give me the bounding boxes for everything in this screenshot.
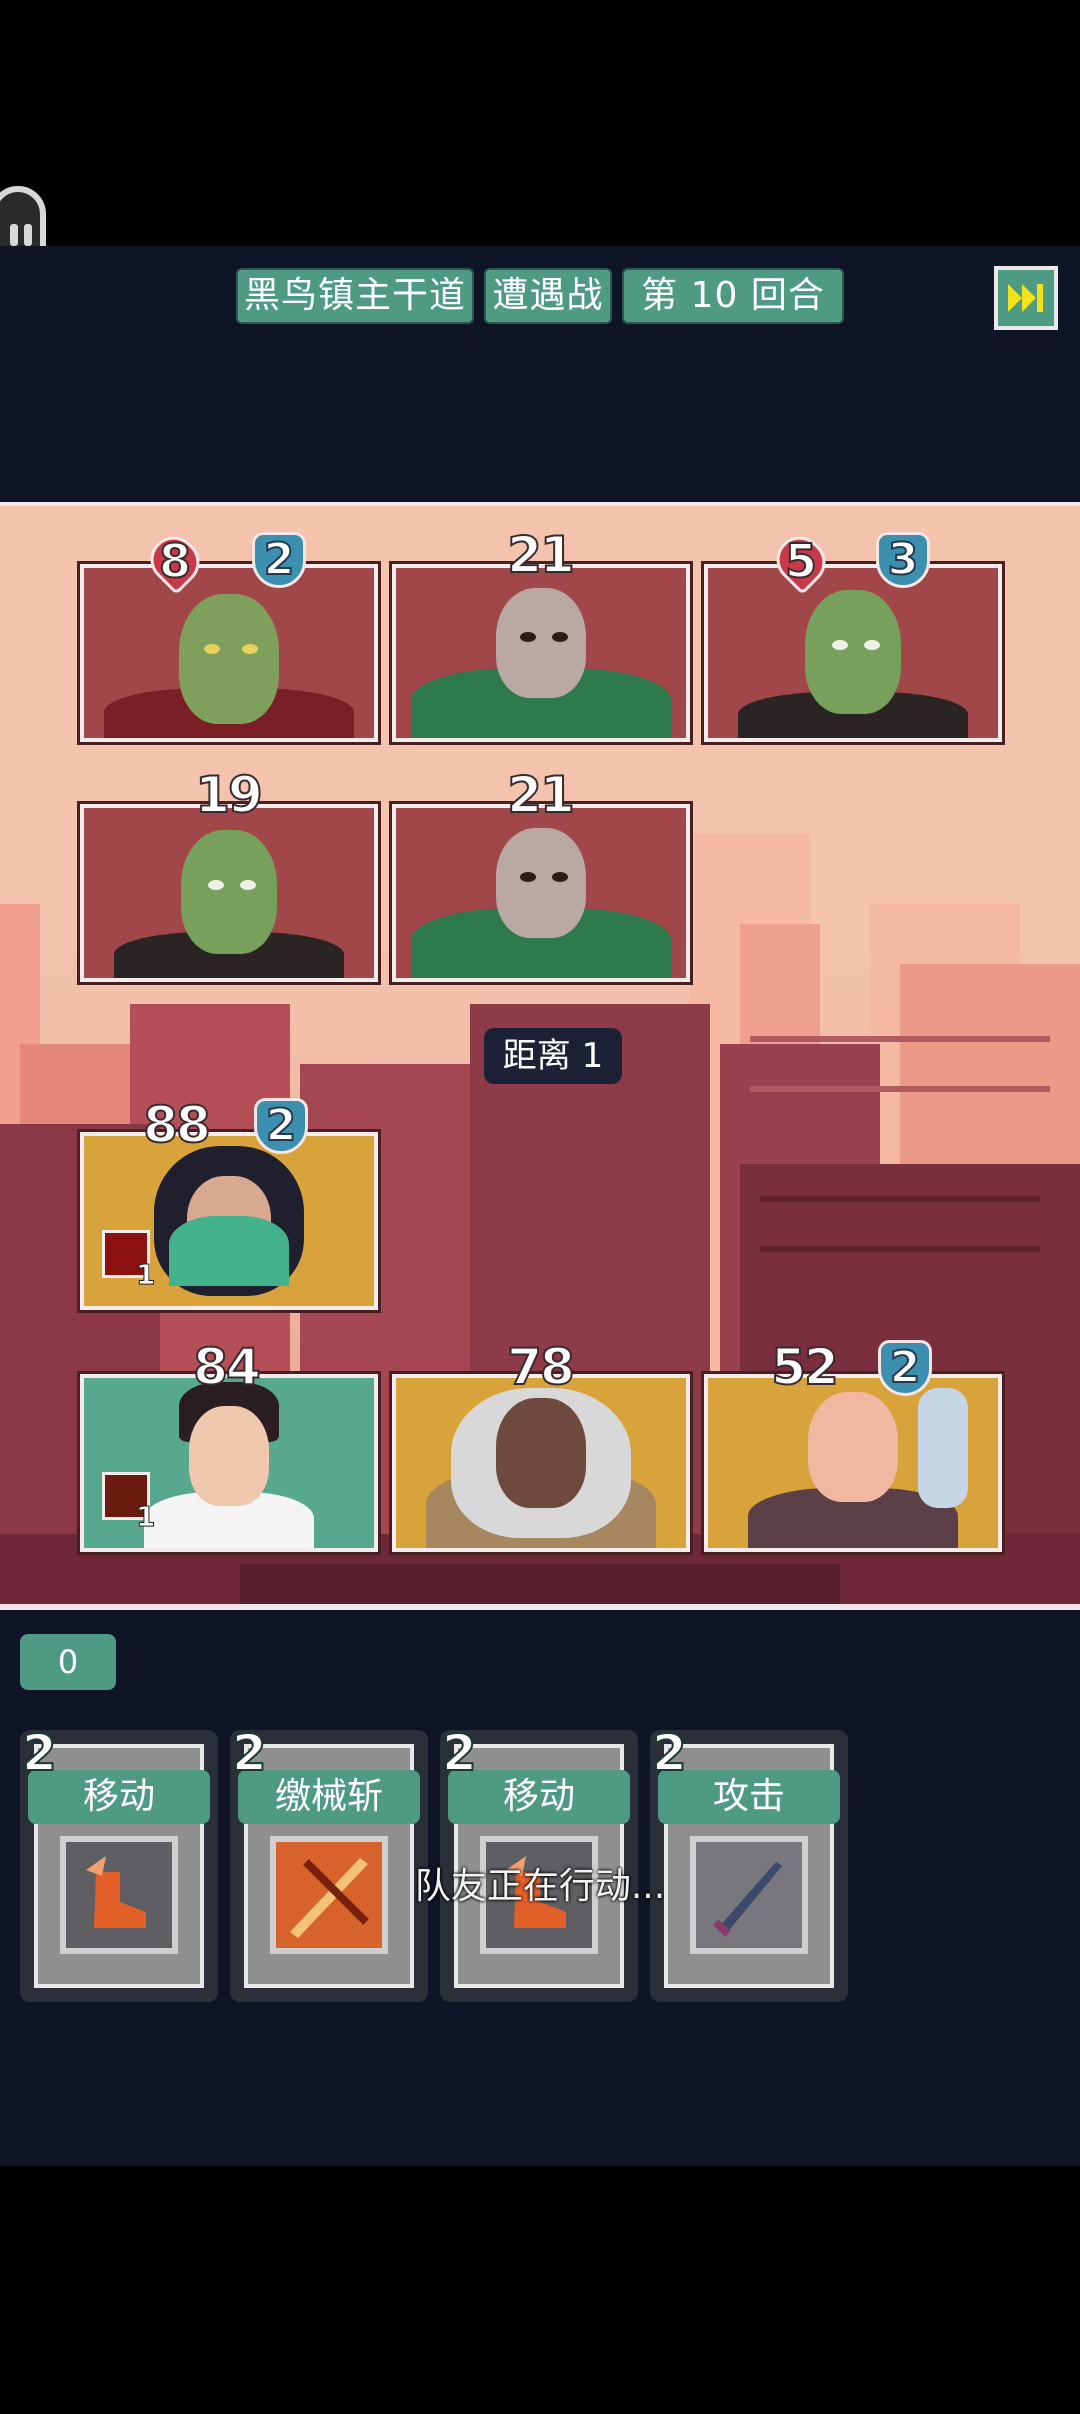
shield-badge: 2 bbox=[250, 1096, 312, 1158]
enemy-card[interactable] bbox=[80, 564, 378, 742]
shield-badge: 2 bbox=[248, 530, 310, 592]
fast-forward-button[interactable] bbox=[994, 266, 1058, 330]
hp-counter: 78 bbox=[500, 1337, 580, 1397]
pause-icon bbox=[10, 224, 18, 246]
hp-heart: 8 bbox=[140, 527, 210, 595]
distance-label: 距离 1 bbox=[484, 1028, 622, 1084]
shield-badge: 2 bbox=[874, 1338, 936, 1400]
skill-card-move[interactable]: 移动 2 bbox=[20, 1723, 218, 2002]
enemy-card[interactable] bbox=[80, 804, 378, 982]
skill-cost: 2 bbox=[21, 1723, 58, 1783]
hp-counter: 21 bbox=[500, 765, 580, 825]
enemy-card[interactable] bbox=[704, 564, 1002, 742]
hp-counter: 19 bbox=[188, 765, 268, 825]
hp-counter: 84 bbox=[186, 1337, 266, 1397]
ally-card[interactable]: 1 bbox=[80, 1132, 378, 1310]
skill-cost: 2 bbox=[441, 1723, 478, 1783]
hp-heart: 5 bbox=[766, 527, 836, 595]
sword-icon bbox=[690, 1836, 808, 1954]
hp-counter: 88 bbox=[136, 1095, 216, 1155]
energy-counter: 0 bbox=[20, 1634, 116, 1690]
enemy-card[interactable] bbox=[392, 804, 690, 982]
skill-cost: 2 bbox=[651, 1723, 688, 1783]
status-message: 队友正在行动... bbox=[414, 1866, 666, 1907]
hp-counter: 52 bbox=[764, 1337, 844, 1397]
ally-card[interactable] bbox=[704, 1374, 1002, 1552]
shield-badge: 3 bbox=[872, 530, 934, 592]
ally-card[interactable] bbox=[392, 1374, 690, 1552]
hp-counter: 21 bbox=[500, 525, 580, 585]
location-label: 黑鸟镇主干道 bbox=[236, 268, 474, 324]
move-boot-icon bbox=[60, 1836, 178, 1954]
ally-card[interactable]: 1 bbox=[80, 1374, 378, 1552]
skill-cost: 2 bbox=[231, 1723, 268, 1783]
enemy-card[interactable] bbox=[392, 564, 690, 742]
disarm-slash-icon bbox=[270, 1836, 388, 1954]
fast-forward-icon bbox=[1008, 284, 1043, 312]
round-label: 第 10 回合 bbox=[622, 268, 844, 324]
battle-type-label: 遭遇战 bbox=[484, 268, 612, 324]
